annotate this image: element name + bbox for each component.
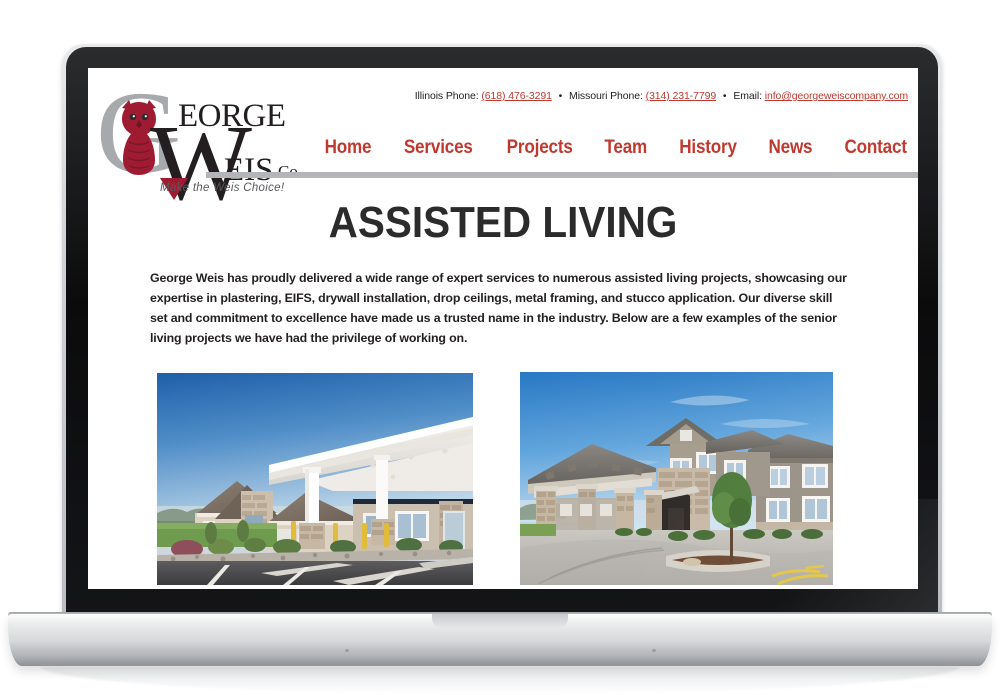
nav-item-services[interactable]: Services <box>404 137 473 159</box>
laptop-screen: G <box>88 68 918 589</box>
missouri-phone-link[interactable]: (314) 231-7799 <box>646 90 717 102</box>
site-header: G <box>88 68 918 218</box>
header-divider <box>206 172 918 178</box>
laptop-foot-right <box>652 649 656 652</box>
project-gallery <box>150 370 856 589</box>
logo-tagline: Make the Weis Choice! <box>160 182 285 194</box>
laptop-reflection <box>40 666 960 694</box>
laptop-base-notch <box>432 614 568 628</box>
illinois-phone-label: Illinois Phone: <box>414 90 479 102</box>
nav-item-home[interactable]: Home <box>325 137 372 159</box>
intro-paragraph: George Weis has proudly delivered a wide… <box>150 271 847 345</box>
website-page: G <box>88 68 918 589</box>
header-contact-bar: Illinois Phone: (618) 476-3291 • Missour… <box>415 90 908 102</box>
main-content: ASSISTED LIVING George Weis has proudly … <box>88 198 918 589</box>
contact-separator-1: • <box>558 90 563 102</box>
contact-separator-2: • <box>722 90 727 102</box>
missouri-phone-label: Missouri Phone: <box>569 90 643 102</box>
gallery-image-single-story-assisted-living-entrance[interactable] <box>157 373 473 585</box>
nav-item-contact[interactable]: Contact <box>844 137 907 159</box>
laptop-foot-left <box>345 649 349 652</box>
nav-item-team[interactable]: Team <box>605 137 648 159</box>
nav-item-projects[interactable]: Projects <box>507 137 573 159</box>
main-navigation: Home Services Projects Team History News… <box>322 137 910 159</box>
email-link[interactable]: info@georgeweiscompany.com <box>765 90 908 102</box>
gallery-image-two-story-senior-living-porte-cochere[interactable] <box>520 372 833 585</box>
page-title: ASSISTED LIVING <box>328 198 678 247</box>
nav-item-history[interactable]: History <box>679 137 737 159</box>
site-logo[interactable]: G <box>92 72 302 218</box>
illinois-phone-link[interactable]: (618) 476-3291 <box>481 90 552 102</box>
screenshot-stage: G <box>0 0 1000 695</box>
email-label: Email: <box>733 90 762 102</box>
nav-item-news[interactable]: News <box>768 137 812 159</box>
